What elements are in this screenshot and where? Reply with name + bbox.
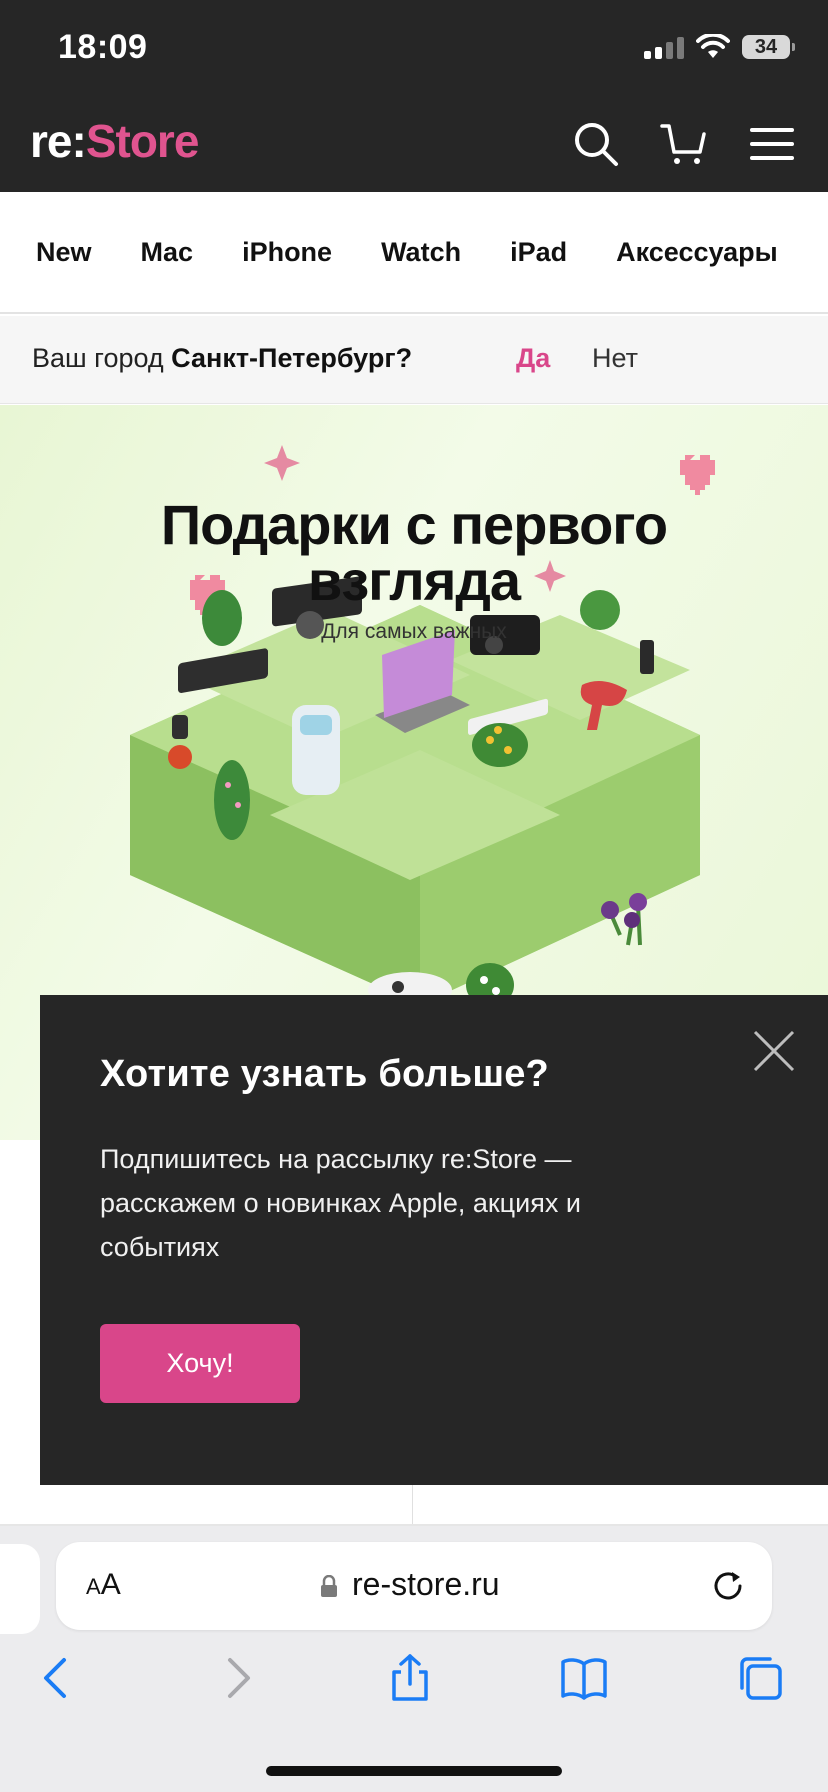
home-indicator: [266, 1766, 562, 1776]
nav-item-accessories[interactable]: Аксессуары: [616, 237, 778, 268]
banner-title: Подарки с первого взгляда: [0, 497, 828, 609]
status-icons: 34: [644, 34, 795, 60]
city-question: Ваш город Санкт-Петербург?: [32, 343, 412, 374]
wifi-icon: [696, 34, 730, 58]
nav-item-iphone[interactable]: iPhone: [242, 237, 332, 268]
menu-icon[interactable]: [748, 120, 796, 168]
banner-title-line1: Подарки с первого: [160, 493, 668, 556]
restore-logo[interactable]: re:Store: [30, 114, 200, 168]
city-name: Санкт-Петербург?: [171, 343, 413, 373]
logo-re: re:: [30, 115, 87, 167]
reload-icon[interactable]: [710, 1568, 746, 1604]
address-bar[interactable]: AA re-store.ru: [56, 1542, 772, 1630]
status-bar: 18:09 34: [0, 0, 828, 96]
banner-title-line2: взгляда: [307, 549, 521, 612]
back-icon[interactable]: [34, 1654, 82, 1702]
cart-icon[interactable]: [660, 120, 708, 168]
newsletter-popup: Хотите узнать больше? Подпишитесь на рас…: [40, 995, 828, 1485]
close-icon[interactable]: [752, 1029, 796, 1073]
nav-item-ipad[interactable]: iPad: [510, 237, 567, 268]
url-text: re-store.ru: [352, 1566, 500, 1602]
logo-store: Store: [85, 115, 200, 167]
reader-settings-button[interactable]: AA: [86, 1568, 121, 1602]
aa-big: A: [100, 1568, 121, 1601]
popup-text: Подпишитесь на рассылку re:Store — расск…: [100, 1144, 581, 1262]
battery-icon: 34: [742, 35, 795, 59]
popup-title: Хотите узнать больше?: [100, 1053, 549, 1095]
previous-tab-peek[interactable]: [0, 1544, 40, 1634]
browser-bottom-bar: AA re-store.ru: [0, 1526, 828, 1792]
city-confirm-bar: Ваш город Санкт-Петербург? Да Нет: [0, 316, 828, 404]
share-icon[interactable]: [386, 1654, 434, 1702]
nav-item-watch[interactable]: Watch: [381, 237, 461, 268]
subscribe-button[interactable]: Хочу!: [100, 1324, 300, 1403]
category-nav: New Mac iPhone Watch iPad Аксессуары: [0, 192, 828, 314]
city-no-button[interactable]: Нет: [592, 343, 638, 374]
cellular-signal-icon: [644, 35, 684, 59]
status-time: 18:09: [58, 28, 148, 66]
city-question-prefix: Ваш город: [32, 343, 164, 373]
forward-icon[interactable]: [212, 1654, 260, 1702]
banner-subtitle: Для самых важных: [321, 620, 507, 643]
city-yes-button[interactable]: Да: [516, 343, 550, 374]
nav-item-new[interactable]: New: [36, 237, 92, 268]
search-icon[interactable]: [572, 120, 620, 168]
aa-small: A: [86, 1574, 101, 1599]
bookmarks-icon[interactable]: [560, 1654, 608, 1702]
tabs-icon[interactable]: [736, 1654, 784, 1702]
lock-icon: [321, 1575, 337, 1597]
site-header: re:Store: [0, 96, 828, 192]
nav-item-mac[interactable]: Mac: [141, 237, 194, 268]
